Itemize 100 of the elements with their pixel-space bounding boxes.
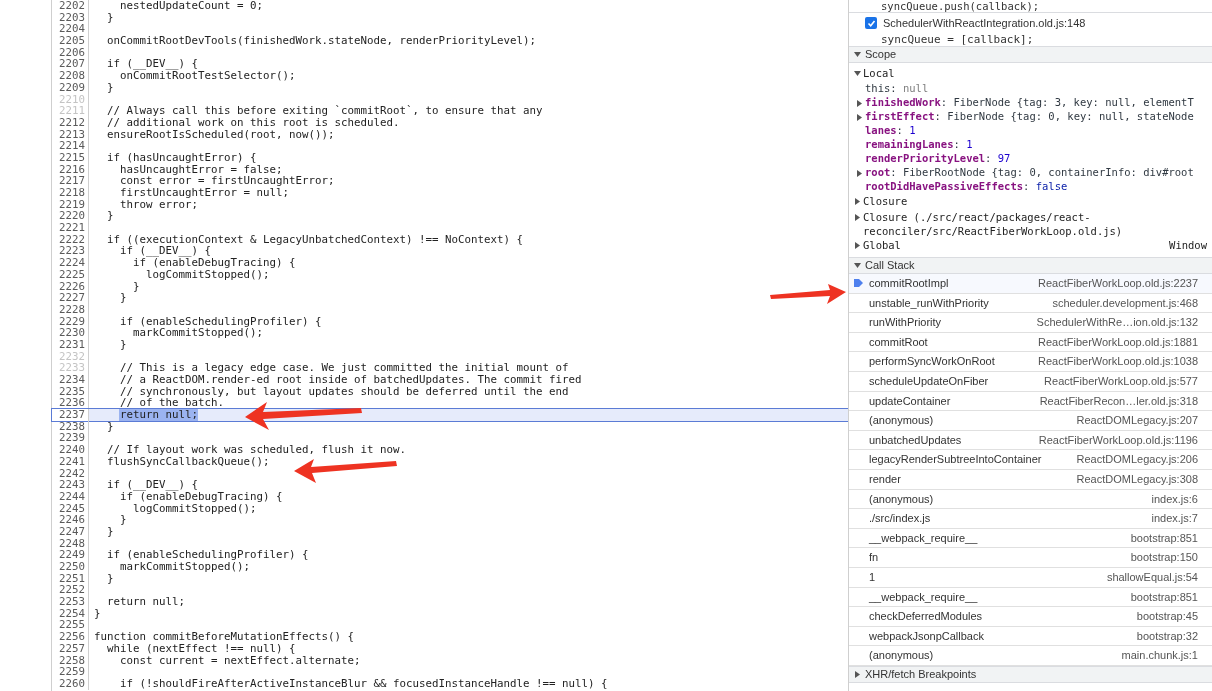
line-number: 2251 — [52, 572, 89, 585]
code-line: } — [106, 210, 114, 223]
scope-property[interactable]: lanes: 1 — [854, 124, 1207, 138]
scope-group[interactable]: Closure — [854, 194, 1207, 210]
call-stack-frame[interactable]: unbatchedUpdates ReactFiberWorkLoop.old.js:1196 — [849, 430, 1212, 451]
code-line: ensureRootIsScheduled(root, now()); — [106, 128, 335, 141]
frame-location: index.js:7 — [1151, 511, 1198, 527]
scope-group[interactable]: Closure (./src/react/packages/react-reconciler/src/ReactFiberWorkLoop.old.js) — [854, 210, 1207, 238]
call-stack-frame[interactable]: (anonymous) main.chunk.js:1 — [849, 646, 1212, 666]
call-stack-frame[interactable]: webpackJsonpCallback bootstrap:32 — [849, 626, 1212, 647]
code-line: if (__DEV__) { — [106, 58, 198, 71]
scope-property[interactable]: firstEffect: FiberNode {tag: 0, key: null, stateNode — [854, 110, 1207, 124]
code-line: // Always call this before exiting `commitRoot`, to ensure that any — [106, 105, 543, 117]
code-line: logCommitStopped(); — [132, 502, 257, 515]
code-line: onCommitRootTestSelector(); — [119, 70, 296, 82]
line-number: 2206 — [52, 46, 89, 59]
code-line: markCommitStopped(); — [119, 561, 250, 573]
code-line: } — [132, 280, 140, 293]
function-name: checkDeferredModules — [869, 609, 984, 625]
function-name: 1 — [869, 569, 877, 585]
line-number: 2224 — [52, 257, 89, 269]
breakpoint-location: SchedulerWithReactIntegration.old.js:148 — [883, 16, 1086, 31]
frame-location: bootstrap:851 — [1130, 589, 1198, 605]
scope-property[interactable]: renderPriorityLevel: 97 — [854, 152, 1207, 166]
scope-property[interactable]: finishedWork: FiberNode {tag: 3, key: null, elementT — [854, 96, 1207, 110]
code-line: } — [106, 525, 114, 538]
code-line: } — [106, 572, 114, 585]
call-stack-frame[interactable]: render ReactDOMLegacy.js:308 — [849, 469, 1212, 490]
line-number: 2219 — [52, 198, 89, 211]
code-line: logCommitStopped(); — [145, 268, 270, 281]
scope-property[interactable]: rootDidHavePassiveEffects: false — [854, 180, 1207, 194]
line-number: 2221 — [52, 222, 89, 234]
collapsed-triangle-icon[interactable] — [854, 214, 861, 221]
line-number: 2223 — [52, 245, 89, 258]
current-frame-icon — [854, 279, 863, 288]
frame-location: ReactFiberWorkLoop.old.js:2237 — [1038, 276, 1198, 292]
code-line: // additional work on this root is scheduled. — [106, 116, 400, 129]
call-stack-frame[interactable]: unstable_runWithPriority scheduler.development.js:468 — [849, 293, 1212, 314]
call-stack-frame[interactable]: legacyRenderSubtreeIntoContainer ReactDOMLegacy.js:206 — [849, 450, 1212, 470]
line-number: 2254 — [52, 607, 89, 620]
collapsed-triangle-icon[interactable] — [854, 670, 861, 678]
function-name: (anonymous) — [869, 648, 935, 664]
breakpoint-checkbox[interactable] — [865, 17, 877, 30]
frame-location: scheduler.development.js:468 — [1052, 295, 1198, 311]
frame-location: SchedulerWithRe…ion.old.js:132 — [1036, 315, 1198, 331]
section-header[interactable]: Scope — [849, 46, 1212, 63]
scope-group[interactable]: Global Window — [854, 238, 1207, 254]
line-number: 2240 — [52, 444, 89, 456]
scope-group[interactable]: Local — [854, 66, 1207, 82]
frame-location: ReactDOMLegacy.js:206 — [1076, 452, 1198, 468]
frame-location: bootstrap:32 — [1136, 628, 1198, 644]
line-number: 2229 — [52, 315, 89, 328]
call-stack-frame[interactable]: __webpack_require__ bootstrap:851 — [849, 587, 1212, 608]
call-stack-frame[interactable]: performSyncWorkOnRoot ReactFiberWorkLoop.old.js:1038 — [849, 352, 1212, 372]
scope-property[interactable]: this: null — [854, 82, 1207, 96]
line-number: 2243 — [52, 479, 89, 491]
call-stack-frame[interactable]: (anonymous) index.js:6 — [849, 489, 1212, 510]
line-number: 2255 — [52, 619, 89, 632]
collapsed-triangle-icon[interactable] — [856, 169, 863, 177]
call-stack-frame[interactable]: runWithPriority SchedulerWithRe…ion.old.js:132 — [849, 313, 1212, 333]
frame-location: shallowEqual.js:54 — [1106, 569, 1198, 585]
collapsed-triangle-icon[interactable] — [854, 242, 861, 249]
collapsed-triangle-icon[interactable] — [854, 198, 861, 205]
scope-property[interactable]: root: FiberRootNode {tag: 0, containerInfo: div#root — [854, 166, 1207, 180]
expanded-triangle-icon[interactable] — [854, 262, 861, 269]
call-stack-frame[interactable]: 1 shallowEqual.js:54 — [849, 567, 1212, 588]
line-number: 2208 — [52, 70, 89, 82]
line-number: 2232 — [52, 350, 89, 363]
code-line: // a ReactDOM.render-ed root inside of batchedUpdates. The commit fired — [119, 374, 582, 386]
function-name: __webpack_require__ — [869, 589, 979, 605]
code-line: } — [93, 607, 101, 620]
code-line: if ((executionContext & LegacyUnbatchedContext) !== NoContext) { — [106, 233, 524, 246]
call-stack-frame[interactable]: __webpack_require__ bootstrap:851 — [849, 528, 1212, 549]
function-name: (anonymous) — [869, 491, 935, 507]
code-line: if (enableDebugTracing) { — [132, 257, 296, 269]
frame-location: ReactFiberWorkLoop.old.js:1196 — [1038, 432, 1198, 448]
line-number: 2212 — [52, 116, 89, 129]
call-stack-frame[interactable]: checkDeferredModules bootstrap:45 — [849, 607, 1212, 627]
line-number: 2209 — [52, 81, 89, 94]
call-stack-frame[interactable]: updateContainer ReactFiberRecon…ler.old.js:318 — [849, 391, 1212, 412]
code-line: throw error; — [119, 198, 198, 211]
line-number: 2257 — [52, 642, 89, 655]
call-stack-frame[interactable]: scheduleUpdateOnFiber ReactFiberWorkLoop.old.js:577 — [849, 371, 1212, 392]
scope-property[interactable]: remainingLanes: 1 — [854, 138, 1207, 152]
line-number: 2248 — [52, 537, 89, 550]
section-header[interactable]: Call Stack — [849, 257, 1212, 274]
call-stack-frame[interactable]: (anonymous) ReactDOMLegacy.js:207 — [849, 411, 1212, 431]
call-stack-frame[interactable]: commitRoot ReactFiberWorkLoop.old.js:1881 — [849, 332, 1212, 353]
call-stack-frame[interactable]: commitRootImpl ReactFiberWorkLoop.old.js:2237 — [849, 274, 1212, 294]
line-number: 2249 — [52, 549, 89, 561]
expanded-triangle-icon[interactable] — [854, 51, 861, 58]
line-number: 2246 — [52, 514, 89, 526]
code-line: function commitBeforeMutationEffects() { — [93, 631, 354, 643]
call-stack-frame[interactable]: fn bootstrap:150 — [849, 548, 1212, 568]
call-stack-frame[interactable]: ./src/index.js index.js:7 — [849, 509, 1212, 529]
code-line: if (enableDebugTracing) { — [119, 490, 283, 503]
line-number: 2252 — [52, 584, 89, 597]
line-number: 2204 — [52, 23, 89, 36]
expanded-triangle-icon[interactable] — [854, 70, 861, 77]
line-number: 2207 — [52, 58, 89, 71]
